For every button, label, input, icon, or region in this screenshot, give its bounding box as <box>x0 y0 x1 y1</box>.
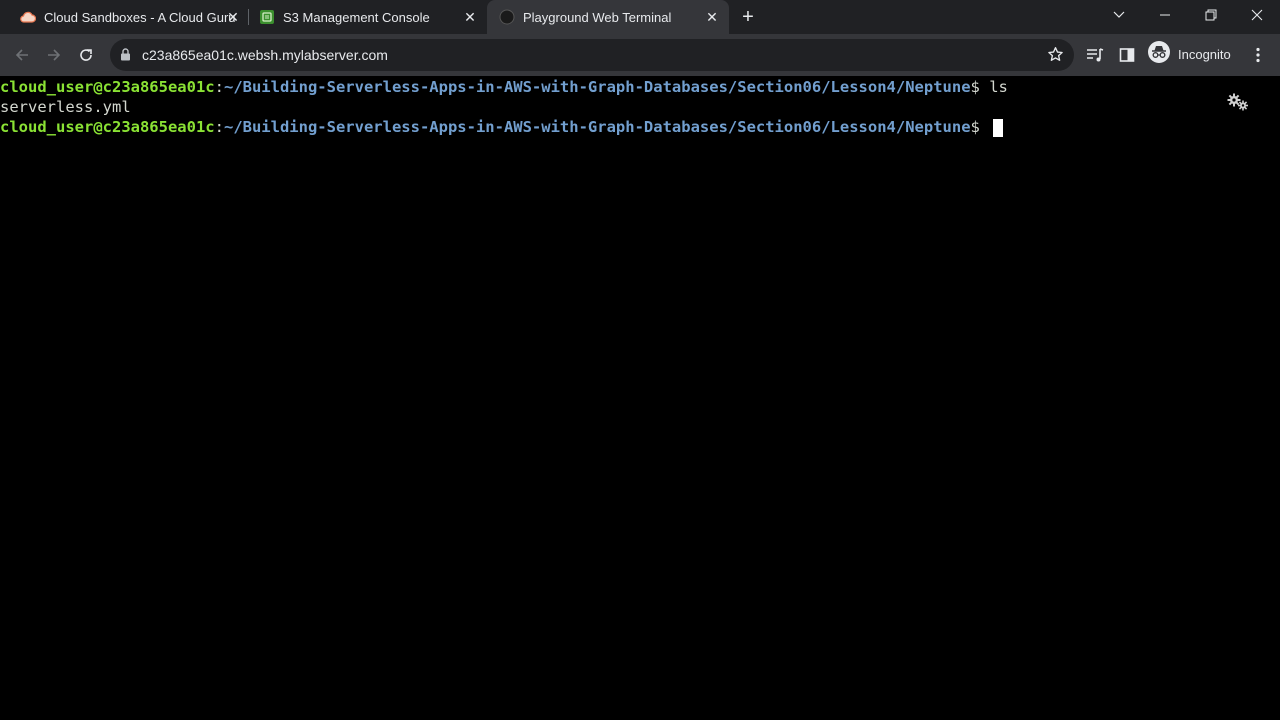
forward-icon[interactable] <box>42 43 66 67</box>
prompt-symbol: $ <box>970 78 990 96</box>
url-text[interactable]: c23a865ea01c.websh.mylabserver.com <box>142 47 388 63</box>
typed-command: ls <box>989 78 1008 96</box>
tab-cloud-sandboxes[interactable]: Cloud Sandboxes - A Cloud Guru ✕ <box>0 0 248 34</box>
prompt-user-host: cloud_user@c23a865ea01c <box>0 118 215 136</box>
prompt-path: ~/Building-Serverless-Apps-in-AWS-with-G… <box>223 78 971 96</box>
command-output: serverless.yml <box>0 98 131 116</box>
incognito-label: Incognito <box>1178 47 1231 62</box>
lock-icon[interactable] <box>120 48 131 66</box>
tab-title: Cloud Sandboxes - A Cloud Guru <box>44 9 236 25</box>
address-bar[interactable]: c23a865ea01c.websh.mylabserver.com <box>110 39 1074 71</box>
text-cursor <box>993 118 1004 137</box>
browser-toolbar: c23a865ea01c.websh.mylabserver.com Incog… <box>0 34 1280 76</box>
bookmark-star-icon[interactable] <box>1047 46 1064 68</box>
minimize-icon[interactable] <box>1142 0 1188 30</box>
prompt-separator: : <box>214 118 224 136</box>
tab-strip: Cloud Sandboxes - A Cloud Guru ✕ S3 Mana… <box>0 0 1280 34</box>
restore-icon[interactable] <box>1188 0 1234 30</box>
new-tab-button[interactable]: + <box>738 7 758 27</box>
terminal-scrollbar[interactable] <box>1268 76 1280 720</box>
terminal-favicon <box>499 9 515 25</box>
close-tab-icon[interactable]: ✕ <box>461 8 479 26</box>
prompt-user-host: cloud_user@c23a865ea01c <box>0 78 215 96</box>
terminal-line: cloud_user@c23a865ea01c:~/Building-Serve… <box>0 77 1008 97</box>
close-tab-icon[interactable]: ✕ <box>703 8 721 26</box>
tab-playground-terminal[interactable]: Playground Web Terminal ✕ <box>487 0 729 34</box>
tab-title: Playground Web Terminal <box>523 9 672 25</box>
settings-gears-icon[interactable] <box>1227 93 1249 116</box>
browser-menu-icon[interactable] <box>1246 43 1270 67</box>
back-icon[interactable] <box>10 43 34 67</box>
incognito-profile-button[interactable]: Incognito <box>1148 41 1231 68</box>
tab-search-icon[interactable] <box>1096 0 1142 30</box>
prompt-path: ~/Building-Serverless-Apps-in-AWS-with-G… <box>223 118 971 136</box>
tab-s3-console[interactable]: S3 Management Console ✕ <box>239 0 487 34</box>
terminal-output[interactable]: cloud_user@c23a865ea01c:~/Building-Serve… <box>0 76 1268 720</box>
close-window-icon[interactable] <box>1234 0 1280 30</box>
incognito-icon <box>1148 41 1170 68</box>
media-control-icon[interactable] <box>1083 43 1107 67</box>
tab-title: S3 Management Console <box>283 9 430 25</box>
side-panel-icon[interactable] <box>1115 43 1139 67</box>
reload-icon[interactable] <box>74 43 98 67</box>
terminal-line: cloud_user@c23a865ea01c:~/Building-Serve… <box>0 117 1004 137</box>
s3-icon <box>259 9 275 25</box>
prompt-symbol: $ <box>970 118 990 136</box>
prompt-separator: : <box>214 78 224 96</box>
cloud-icon <box>20 9 36 25</box>
